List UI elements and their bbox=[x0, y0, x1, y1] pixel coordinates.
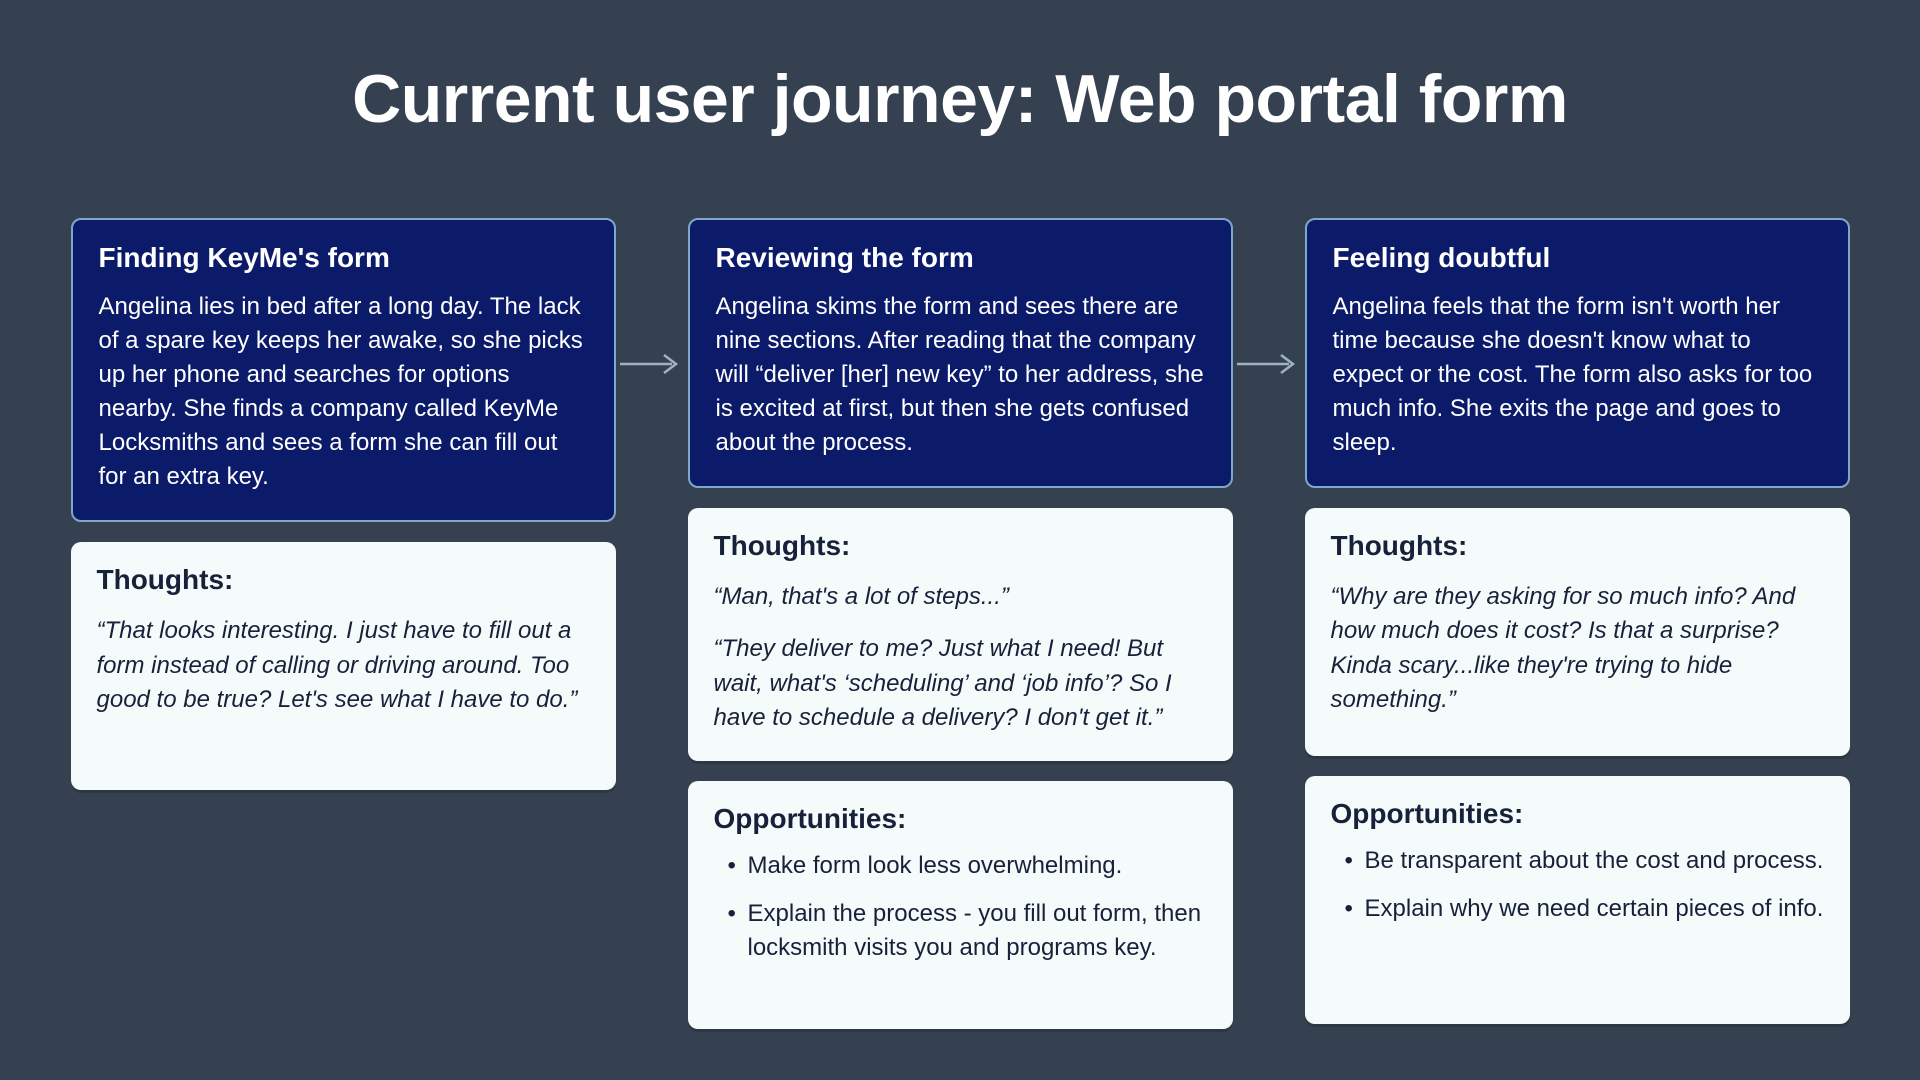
opportunity-item: Make form look less overwhelming. bbox=[720, 849, 1207, 883]
thought-quote: “They deliver to me? Just what I need! B… bbox=[714, 632, 1207, 734]
opportunities-list: Make form look less overwhelming. Explai… bbox=[714, 849, 1207, 965]
thoughts-card: Thoughts: “Why are they asking for so mu… bbox=[1305, 508, 1850, 756]
step-card: Feeling doubtful Angelina feels that the… bbox=[1305, 218, 1850, 488]
step-body: Angelina skims the form and sees there a… bbox=[716, 290, 1205, 460]
thoughts-body: “That looks interesting. I just have to … bbox=[97, 614, 590, 716]
opportunity-item: Be transparent about the cost and proces… bbox=[1337, 844, 1824, 878]
opportunities-heading: Opportunities: bbox=[1331, 798, 1824, 830]
thoughts-body: “Man, that's a lot of steps...” “They de… bbox=[714, 580, 1207, 734]
opportunity-item: Explain why we need certain pieces of in… bbox=[1337, 892, 1824, 926]
thoughts-heading: Thoughts: bbox=[1331, 530, 1824, 562]
thoughts-body: “Why are they asking for so much info? A… bbox=[1331, 580, 1824, 716]
thoughts-heading: Thoughts: bbox=[97, 564, 590, 596]
journey-step-2: Reviewing the form Angelina skims the fo… bbox=[688, 218, 1233, 1029]
opportunities-card: Opportunities: Make form look less overw… bbox=[688, 781, 1233, 1029]
step-body: Angelina lies in bed after a long day. T… bbox=[99, 290, 588, 494]
arrow-icon bbox=[616, 218, 688, 375]
opportunities-card: Opportunities: Be transparent about the … bbox=[1305, 776, 1850, 1024]
journey-columns: Finding KeyMe's form Angelina lies in be… bbox=[0, 218, 1920, 1029]
thoughts-card: Thoughts: “Man, that's a lot of steps...… bbox=[688, 508, 1233, 760]
opportunities-list: Be transparent about the cost and proces… bbox=[1331, 844, 1824, 926]
thoughts-card: Thoughts: “That looks interesting. I jus… bbox=[71, 542, 616, 790]
slide-title: Current user journey: Web portal form bbox=[0, 60, 1920, 138]
step-card: Finding KeyMe's form Angelina lies in be… bbox=[71, 218, 616, 522]
thought-quote: “Why are they asking for so much info? A… bbox=[1331, 580, 1824, 716]
journey-slide: Current user journey: Web portal form Fi… bbox=[0, 0, 1920, 1080]
journey-step-1: Finding KeyMe's form Angelina lies in be… bbox=[71, 218, 616, 790]
thought-quote: “Man, that's a lot of steps...” bbox=[714, 580, 1207, 614]
step-title: Finding KeyMe's form bbox=[99, 242, 588, 274]
thoughts-heading: Thoughts: bbox=[714, 530, 1207, 562]
opportunities-heading: Opportunities: bbox=[714, 803, 1207, 835]
opportunity-item: Explain the process - you fill out form,… bbox=[720, 897, 1207, 965]
journey-step-3: Feeling doubtful Angelina feels that the… bbox=[1305, 218, 1850, 1024]
step-title: Feeling doubtful bbox=[1333, 242, 1822, 274]
arrow-icon bbox=[1233, 218, 1305, 375]
step-body: Angelina feels that the form isn't worth… bbox=[1333, 290, 1822, 460]
step-title: Reviewing the form bbox=[716, 242, 1205, 274]
thought-quote: “That looks interesting. I just have to … bbox=[97, 614, 590, 716]
step-card: Reviewing the form Angelina skims the fo… bbox=[688, 218, 1233, 488]
